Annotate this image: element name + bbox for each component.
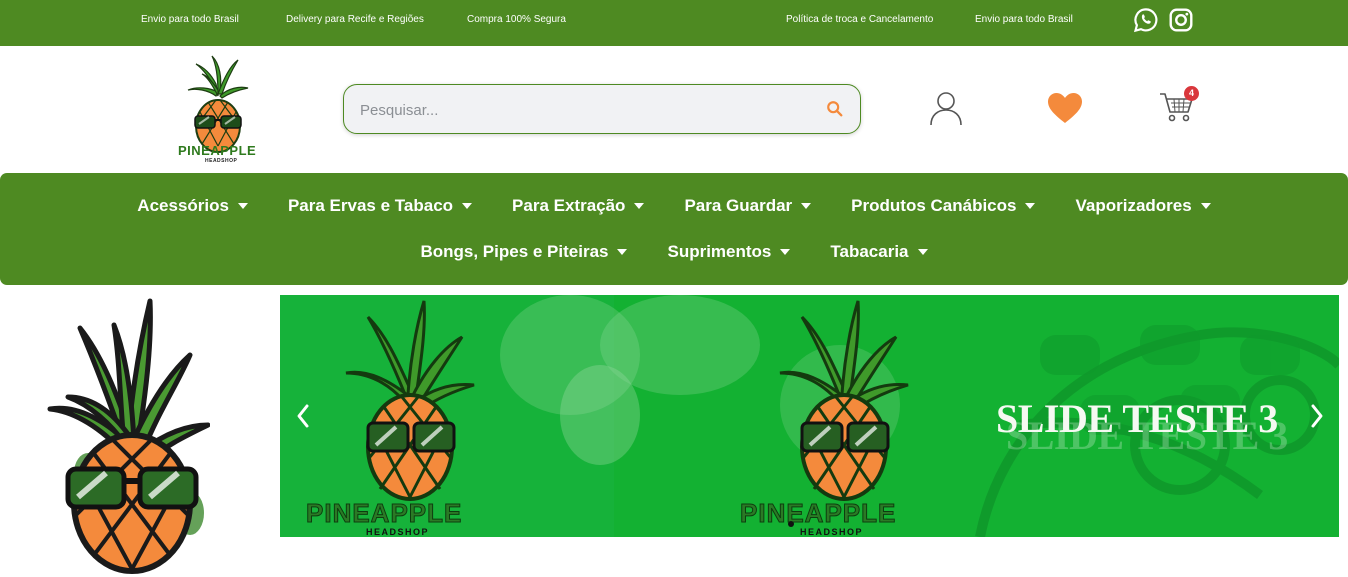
chevron-down-icon <box>617 249 628 255</box>
nav-item-tabacaria[interactable]: Tabacaria <box>830 242 928 262</box>
main-navigation: Acessórios Para Ervas e Tabaco Para Extr… <box>0 173 1348 285</box>
top-bar: Envio para todo Brasil Delivery para Rec… <box>0 0 1348 46</box>
nav-item-suprimentos[interactable]: Suprimentos <box>667 242 791 262</box>
search-input[interactable] <box>360 99 800 121</box>
nav-item-bongs-pipes[interactable]: Bongs, Pipes e Piteiras <box>420 242 628 262</box>
nav-label: Para Ervas e Tabaco <box>287 196 454 215</box>
slider-prev-arrow-icon[interactable] <box>296 403 310 429</box>
nav-item-guardar[interactable]: Para Guardar <box>684 196 812 216</box>
chevron-down-icon <box>634 203 645 209</box>
wishlist-heart-icon[interactable] <box>1047 92 1083 124</box>
slide-pineapple-logo <box>345 300 475 501</box>
nav-label: Tabacaria <box>830 242 909 261</box>
slide-brand-text: PINEAPPLE <box>305 498 463 529</box>
slide-brand-text: PINEAPPLE <box>739 498 897 529</box>
topbar-shipping-2: Envio para todo Brasil <box>975 14 1073 25</box>
cart-count-badge: 4 <box>1184 86 1199 101</box>
chevron-down-icon <box>780 249 791 255</box>
header: PINEAPPLE HEADSHOP 4 <box>0 46 1348 172</box>
chevron-down-icon <box>237 203 248 209</box>
slide-brand-subtext: HEADSHOP <box>800 527 864 537</box>
nav-label: Vaporizadores <box>1075 196 1192 215</box>
nav-label: Acessórios <box>137 196 229 215</box>
instagram-icon[interactable] <box>1168 7 1194 33</box>
nav-label: Produtos Canábicos <box>851 196 1017 215</box>
slide-brand-subtext: HEADSHOP <box>366 527 430 537</box>
nav-item-ervas-tabaco[interactable]: Para Ervas e Tabaco <box>287 196 473 216</box>
search-icon[interactable] <box>826 100 844 118</box>
nav-label: Bongs, Pipes e Piteiras <box>420 242 609 261</box>
chevron-down-icon <box>917 249 928 255</box>
chevron-down-icon <box>1200 203 1211 209</box>
nav-label: Para Guardar <box>684 196 793 215</box>
logo-subtext: HEADSHOP <box>205 158 238 164</box>
whatsapp-icon[interactable] <box>1133 7 1159 33</box>
topbar-exchange-policy-link[interactable]: Política de troca e Cancelamento <box>786 14 933 25</box>
logo-text: PINEAPPLE <box>178 143 257 158</box>
topbar-delivery: Delivery para Recife e Regiões <box>286 14 424 25</box>
nav-item-vaporizadores[interactable]: Vaporizadores <box>1075 196 1211 216</box>
topbar-shipping: Envio para todo Brasil <box>141 14 239 25</box>
nav-item-acessorios[interactable]: Acessórios <box>137 196 248 216</box>
slide-pineapple-logo <box>779 300 909 501</box>
slider-next-arrow-icon[interactable] <box>1310 403 1324 429</box>
chevron-down-icon <box>1025 203 1036 209</box>
nav-item-extracao[interactable]: Para Extração <box>512 196 645 216</box>
user-account-icon[interactable] <box>929 90 963 126</box>
slide-title: SLIDE TESTE 3 <box>996 396 1278 441</box>
chevron-down-icon <box>462 203 473 209</box>
slider-dot-active[interactable] <box>788 521 794 527</box>
topbar-secure: Compra 100% Segura <box>467 14 566 25</box>
chevron-down-icon <box>801 203 812 209</box>
nav-label: Suprimentos <box>667 242 772 261</box>
pineapple-mascot-image <box>47 298 210 574</box>
search-bar[interactable] <box>343 84 861 134</box>
nav-item-produtos-canabicos[interactable]: Produtos Canábicos <box>851 196 1036 216</box>
nav-label: Para Extração <box>512 196 626 215</box>
